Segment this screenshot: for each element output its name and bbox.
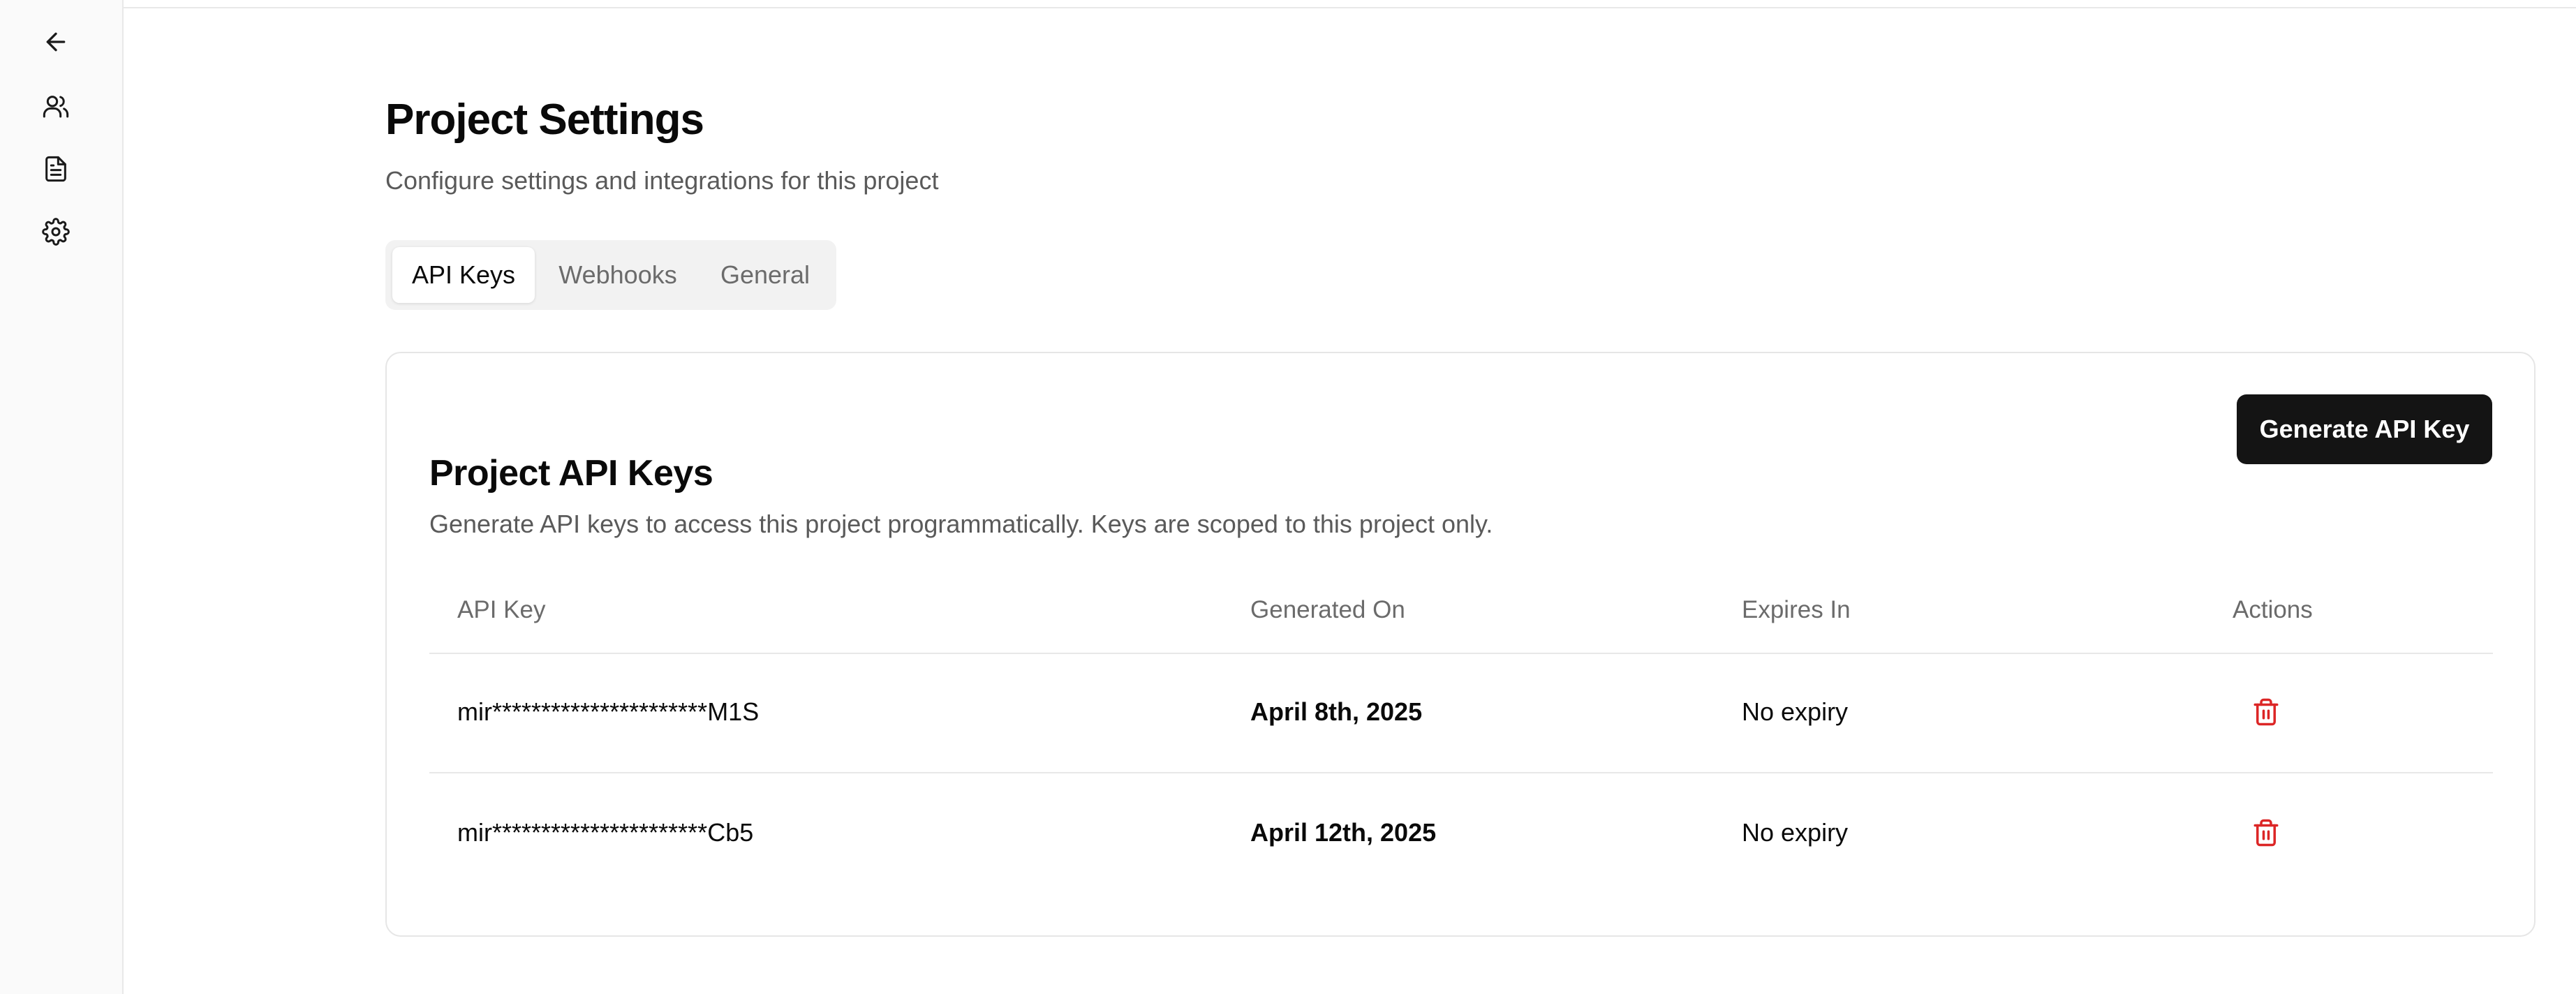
document-icon (45, 156, 66, 182)
back-button[interactable] (31, 17, 81, 67)
trash-icon (2253, 698, 2279, 726)
tab-webhooks[interactable]: Webhooks (538, 247, 698, 303)
page-title: Project Settings (385, 96, 704, 144)
gear-icon (42, 218, 70, 246)
sidebar-item-members[interactable] (31, 81, 81, 131)
delete-key-button[interactable] (2244, 690, 2288, 734)
trash-icon (2253, 819, 2279, 847)
table-header-divider (429, 653, 2493, 654)
generated-on-value: April 8th, 2025 (1250, 697, 1423, 726)
generate-api-key-button[interactable]: Generate API Key (2237, 394, 2492, 464)
expires-in-value: No expiry (1742, 697, 1849, 726)
column-header-actions: Actions (2233, 596, 2313, 623)
tab-api-keys[interactable]: API Keys (392, 247, 535, 303)
generated-on-value: April 12th, 2025 (1250, 818, 1437, 847)
table-row-divider (429, 772, 2493, 773)
settings-tabs: API Keys Webhooks General (385, 240, 836, 310)
page-subtitle: Configure settings and integrations for … (385, 166, 939, 195)
users-icon (43, 96, 69, 118)
arrow-left-icon (46, 32, 66, 52)
card-description: Generate API keys to access this project… (429, 510, 1493, 538)
column-header-expires-in: Expires In (1742, 596, 1851, 623)
sidebar-item-settings[interactable] (31, 207, 81, 257)
top-divider (124, 0, 2576, 8)
api-key-value: mir**********************Cb5 (457, 818, 754, 847)
api-keys-card (385, 352, 2536, 937)
sidebar-item-documents[interactable] (31, 144, 81, 194)
sidebar (0, 0, 124, 994)
delete-key-button[interactable] (2244, 810, 2288, 855)
expires-in-value: No expiry (1742, 818, 1849, 847)
column-header-api-key: API Key (457, 596, 546, 623)
tab-general[interactable]: General (701, 247, 829, 303)
card-title: Project API Keys (429, 453, 713, 494)
column-header-generated-on: Generated On (1250, 596, 1405, 623)
api-key-value: mir**********************M1S (457, 697, 760, 726)
